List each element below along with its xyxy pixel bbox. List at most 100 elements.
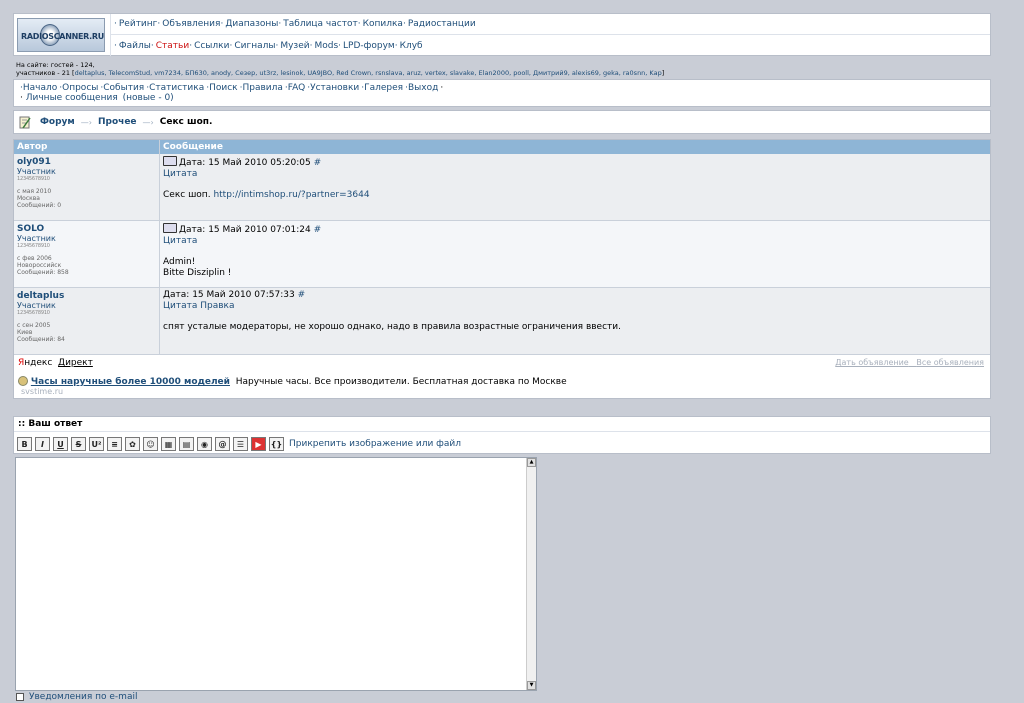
nav2-3[interactable]: Сигналы (234, 41, 275, 51)
nav1-3[interactable]: Таблица частот (283, 19, 357, 29)
post-anchor[interactable]: # (314, 225, 322, 235)
list-block-icon[interactable]: ▤ (179, 437, 194, 451)
post-date: Дата: 15 Май 2010 05:20:05 # (163, 156, 990, 169)
breadcrumb-forum[interactable]: Форум (40, 117, 75, 127)
nav1-2[interactable]: Диапазоны (225, 19, 278, 29)
menu-item-9[interactable]: Выход (408, 83, 438, 93)
globe-icon[interactable]: ◉ (197, 437, 212, 451)
notepad-icon (19, 116, 31, 128)
nav2-7[interactable]: Клуб (400, 41, 423, 51)
nav1-5[interactable]: Радиостанции (408, 19, 476, 29)
pm-count[interactable]: (новые - 0) (123, 93, 174, 103)
nav2-1[interactable]: Статьи (156, 41, 189, 51)
post-message: Дата: 15 Май 2010 07:01:24 # Цитата Admin… (160, 221, 990, 287)
list-icon[interactable]: ☰ (233, 437, 248, 451)
author-meta: с сен 2005 Киев Сообщений: 84 (17, 322, 65, 343)
underline-icon[interactable]: U (53, 437, 68, 451)
author-name[interactable]: oly091 (17, 157, 159, 167)
scroll-up-icon[interactable]: ▲ (527, 458, 536, 467)
post-date: Дата: 15 Май 2010 07:01:24 # (163, 223, 990, 236)
post-author: SOLO Участник 12345678910 с фев 2006 Новорос… (14, 221, 160, 287)
post-author: oly091 Участник 12345678910 с мая 2010 Москв… (14, 154, 160, 220)
author-meta: с фев 2006 Новороссийск Сообщений: 858 (17, 255, 69, 276)
post-message: Дата: 15 Май 2010 05:20:05 # Цитата Секс … (160, 154, 990, 220)
nav2-5[interactable]: Mods (314, 41, 338, 51)
email-icon[interactable]: @ (215, 437, 230, 451)
menu-item-4[interactable]: Поиск (209, 83, 238, 93)
computer-icon (163, 223, 177, 233)
nav1-0[interactable]: Рейтинг (119, 19, 158, 29)
ad-text: Наручные часы. Все производители. Беспла… (235, 377, 567, 387)
nav2-6[interactable]: LPD-форум (343, 41, 395, 51)
reply-panel: :: Ваш ответ B I U S U² ≡ ✿ ☺ ▦ ▤ ◉ @ ☰ ▶{} Прикрепить… (13, 416, 991, 454)
reply-header: :: Ваш ответ (14, 417, 990, 432)
column-author: Автор (14, 140, 160, 154)
logo-cell: RADIOSCANNER.RU (14, 14, 111, 56)
breadcrumb: Форум —› Прочее —› Секс шоп. (13, 110, 991, 134)
nav1-1[interactable]: Объявления (162, 19, 220, 29)
nav1-4[interactable]: Копилка (363, 19, 403, 29)
breadcrumb-section[interactable]: Прочее (98, 117, 137, 127)
menu-item-7[interactable]: Установки (310, 83, 359, 93)
ad-host[interactable]: svstime.ru (21, 387, 990, 396)
table-icon[interactable]: ▦ (161, 437, 176, 451)
all-ads-link[interactable]: Все объявления (916, 358, 984, 367)
give-ad-link[interactable]: Дать объявление (835, 358, 908, 367)
post-anchor[interactable]: # (298, 290, 306, 300)
post-body: спят усталые модераторы, не хорошо однак… (163, 322, 621, 332)
author-name[interactable]: deltaplus (17, 291, 159, 301)
bullet-icon: · (114, 40, 117, 51)
menu-item-8[interactable]: Галерея (364, 83, 403, 93)
edit-link[interactable]: Правка (200, 301, 234, 311)
italic-icon[interactable]: I (35, 437, 50, 451)
bullet-icon: · (357, 19, 361, 29)
menu-item-6[interactable]: FAQ (288, 83, 305, 93)
menu-item-5[interactable]: Правила (242, 83, 282, 93)
ad-entry: Часы наручные более 10000 моделей Наручн… (18, 376, 990, 387)
post-row: SOLO Участник 12345678910 с фев 2006 Новорос… (14, 221, 990, 288)
top-navigation: RADIOSCANNER.RU · Рейтинг · Объявления · Диап… (13, 13, 991, 56)
align-icon[interactable]: ≡ (107, 437, 122, 451)
nav2-2[interactable]: Ссылки (194, 41, 229, 51)
menu-item-0[interactable]: Начало (23, 83, 57, 93)
quote-link[interactable]: Цитата (163, 301, 197, 311)
author-name[interactable]: SOLO (17, 224, 159, 234)
post-anchor[interactable]: # (314, 158, 322, 168)
color-icon[interactable]: ✿ (125, 437, 140, 451)
post-link[interactable]: http://intimshop.ru/?partner=3644 (213, 190, 369, 200)
post-row: deltaplus Участник 12345678910 с сен 2005 Ки… (14, 288, 990, 355)
strike-icon[interactable]: S (71, 437, 86, 451)
breadcrumb-arrow-icon: —› (80, 117, 92, 127)
menu-item-3[interactable]: Статистика (149, 83, 204, 93)
scroll-down-icon[interactable]: ▼ (527, 681, 536, 690)
menu-item-2[interactable]: События (103, 83, 144, 93)
ads-links: Дать объявление Все объявления (835, 358, 984, 367)
email-notify[interactable]: Уведомления по e-mail (16, 692, 137, 702)
scrollbar[interactable]: ▲ ▼ (526, 458, 536, 690)
nav2-0[interactable]: Файлы (119, 41, 151, 51)
site-logo[interactable]: RADIOSCANNER.RU (17, 18, 105, 52)
column-message: Сообщение (163, 142, 223, 152)
reply-textarea[interactable]: ▲ ▼ (15, 457, 537, 691)
post-message: Дата: 15 Май 2010 07:57:33 # Цитата Правк… (160, 288, 990, 354)
menu-item-private-messages[interactable]: Личные сообщения (26, 93, 118, 103)
notify-checkbox[interactable] (16, 693, 24, 701)
smiley-icon[interactable]: ☺ (143, 437, 158, 451)
bullet-icon: · (338, 40, 342, 51)
quote-link[interactable]: Цитата (163, 236, 197, 246)
superscript-icon[interactable]: U² (89, 437, 104, 451)
menu-item-1[interactable]: Опросы (62, 83, 98, 93)
bold-icon[interactable]: B (17, 437, 32, 451)
direct-link[interactable]: Директ (58, 358, 93, 368)
post-body: Секс шоп. http://intimshop.ru/?partner=3… (163, 190, 370, 200)
video-icon[interactable]: ▶ (251, 437, 266, 451)
attach-file-link[interactable]: Прикрепить изображение или файл (289, 439, 461, 449)
ad-title-link[interactable]: Часы наручные более 10000 моделей (31, 377, 230, 387)
quote-link[interactable]: Цитата (163, 169, 197, 179)
online-guests: На сайте: гостей - 124, (16, 61, 95, 69)
online-member-list[interactable]: deltaplus, TelecomStud, vm7234, БП630, a… (75, 69, 662, 77)
nav2-4[interactable]: Музей (280, 41, 309, 51)
notify-label: Уведомления по e-mail (29, 692, 138, 702)
code-icon[interactable]: {} (269, 437, 284, 451)
rating-bar: 12345678910 (17, 310, 50, 316)
